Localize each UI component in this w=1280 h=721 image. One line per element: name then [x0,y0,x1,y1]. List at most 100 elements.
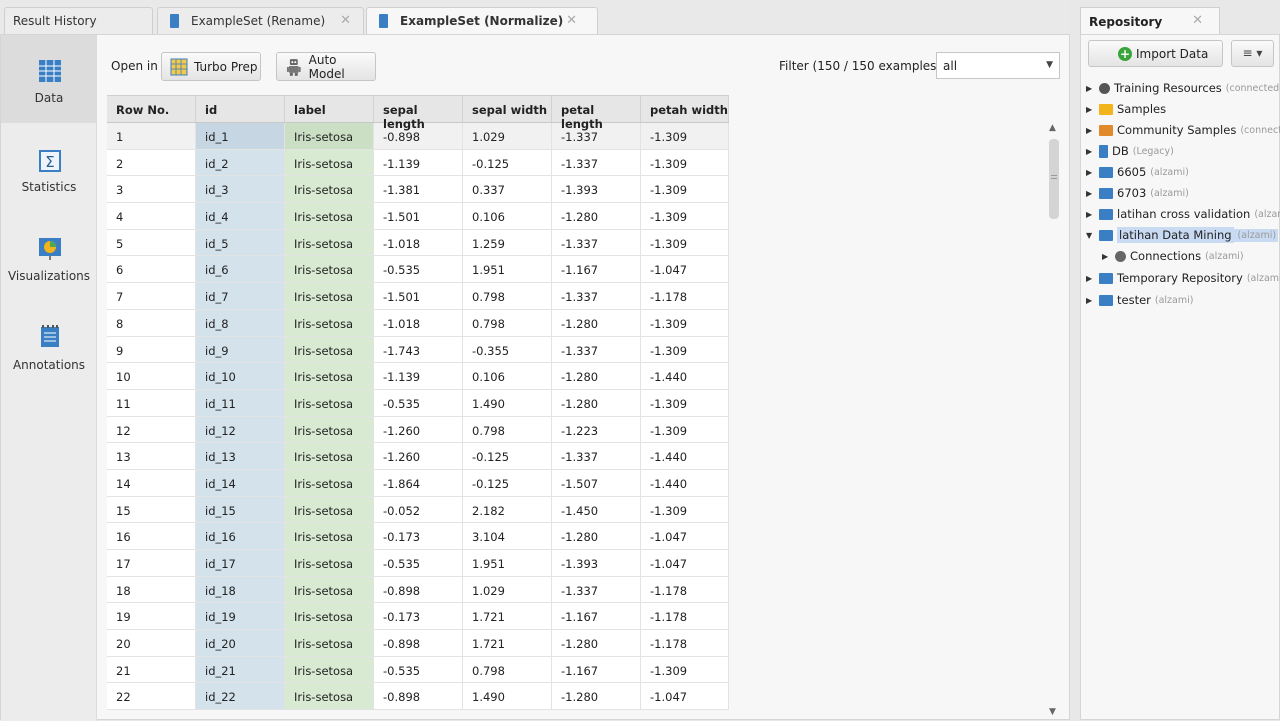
table-cell: Iris-setosa [285,176,374,203]
collapsed-triangle-icon[interactable]: ▶ [1086,189,1096,198]
repository-item[interactable]: ▶ 6703 (alzami) [1086,183,1189,203]
monitor-icon [1099,208,1113,220]
repository-item[interactable]: ▶ Community Samples(connected) [1086,120,1280,140]
collapsed-triangle-icon[interactable]: ▶ [1086,84,1096,93]
tab-label: ExampleSet (Rename) [191,14,326,28]
repository-item[interactable]: ▶ Samples [1086,99,1166,119]
scrollbar-thumb[interactable] [1049,139,1059,219]
collapsed-triangle-icon[interactable]: ▶ [1086,210,1096,219]
table-cell: -0.125 [463,149,552,176]
table-row[interactable]: 14 id_14 Iris-setosa -1.864 -0.125 -1.507 -1.4… [107,469,729,497]
import-data-button[interactable]: + Import Data [1088,40,1223,67]
collapsed-triangle-icon[interactable]: ▶ [1086,126,1096,135]
table-cell: 0.798 [463,283,552,309]
table-cell: -1.280 [552,363,641,389]
table-cell: id_19 [196,603,285,630]
table-scrollbar[interactable]: ▲ ▼ [1047,123,1061,717]
table-cell: Iris-setosa [285,496,374,523]
monitor-icon [1099,272,1113,284]
scroll-up-icon[interactable]: ▲ [1049,123,1056,133]
tab-repository[interactable]: Repository ✕ [1080,7,1220,34]
repository-item-label: 6605 [1117,165,1147,179]
collapsed-triangle-icon[interactable]: ▶ [1086,147,1096,156]
repository-panel: + Import Data ≡ ▾ ▶ Training Resources (co… [1080,34,1280,720]
column-header[interactable]: sepal length [374,96,463,131]
table-cell: Iris-setosa [285,203,374,229]
table-cell: 1.029 [463,576,552,603]
column-header[interactable]: label [285,96,374,122]
repository-item[interactable]: ▶ 6605 (alzami) [1086,162,1189,182]
table-row[interactable]: 8 id_8 Iris-setosa -1.018 0.798 -1.280 -1.309 [107,309,729,337]
table-cell: -1.047 [641,256,729,283]
table-cell: -0.173 [374,603,463,630]
table-row[interactable]: 3 id_3 Iris-setosa -1.381 0.337 -1.393 -1.309 [107,176,729,204]
auto-model-button[interactable]: Auto Model [276,52,376,81]
collapsed-triangle-icon[interactable]: ▶ [1102,252,1112,261]
repository-menu-button[interactable]: ≡ ▾ [1231,40,1274,67]
collapsed-triangle-icon[interactable]: ▶ [1086,168,1096,177]
close-icon[interactable]: ✕ [566,13,577,28]
repository-item[interactable]: ▶ Connections (alzami) [1102,246,1244,266]
sidebar-item-statistics[interactable]: Σ Statistics [1,124,97,212]
turbo-prep-button[interactable]: Turbo Prep [161,52,261,81]
table-row[interactable]: 5 id_5 Iris-setosa -1.018 1.259 -1.337 -1.309 [107,229,729,257]
repository-item[interactable]: ▶ tester (alzami) [1086,290,1193,310]
monitor-icon [1099,166,1113,178]
table-row[interactable]: 12 id_12 Iris-setosa -1.260 0.798 -1.223 -1.30… [107,416,729,444]
table-row[interactable]: 16 id_16 Iris-setosa -0.173 3.104 -1.280 -1.04… [107,523,729,550]
table-row[interactable]: 6 id_6 Iris-setosa -0.535 1.951 -1.167 -1.047 [107,256,729,284]
close-icon[interactable]: ✕ [1192,13,1203,28]
collapsed-triangle-icon[interactable]: ▶ [1086,296,1096,305]
table-row[interactable]: 15 id_15 Iris-setosa -0.052 2.182 -1.450 -1.30… [107,496,729,524]
column-header[interactable]: petal length [552,96,641,131]
column-header[interactable]: petah width [641,96,729,122]
table-cell: -1.337 [552,283,641,309]
table-body: 1 id_1 Iris-setosa -0.898 1.029 -1.337 -1.309 2… [107,123,729,711]
table-row[interactable]: 11 id_11 Iris-setosa -0.535 1.490 -1.280 -1.30… [107,389,729,417]
table-cell: -0.125 [463,443,552,469]
table-cell: -1.047 [641,550,729,576]
table-row[interactable]: 7 id_7 Iris-setosa -1.501 0.798 -1.337 -1.178 [107,283,729,310]
table-row[interactable]: 2 id_2 Iris-setosa -1.139 -0.125 -1.337 -1.309 [107,149,729,177]
table-cell: id_8 [196,309,285,336]
table-row[interactable]: 20 id_20 Iris-setosa -0.898 1.721 -1.280 -1.17… [107,630,729,657]
table-row[interactable]: 1 id_1 Iris-setosa -0.898 1.029 -1.337 -1.309 [107,123,729,150]
repository-item[interactable]: ▼ latihan Data Mining (alzami) [1086,225,1279,245]
table-row[interactable]: 19 id_19 Iris-setosa -0.173 1.721 -1.167 -1.17… [107,603,729,631]
tab-exampleset-rename[interactable]: ExampleSet (Rename) ✕ [157,7,364,34]
sidebar-item-data[interactable]: Data [1,35,97,123]
collapsed-triangle-icon[interactable]: ▶ [1086,274,1096,283]
table-cell: -1.309 [641,416,729,443]
sidebar-item-visualizations[interactable]: Visualizations [1,213,97,301]
sidebar-item-annotations[interactable]: Annotations [1,302,97,390]
repository-item[interactable]: ▶ Training Resources (connected) [1086,78,1280,98]
column-header[interactable]: sepal width [463,96,552,122]
tab-exampleset-normalize[interactable]: ExampleSet (Normalize) ✕ [366,7,598,34]
table-row[interactable]: 22 id_22 Iris-setosa -0.898 1.490 -1.280 -1.04… [107,683,729,711]
table-row[interactable]: 13 id_13 Iris-setosa -1.260 -0.125 -1.337 -1.4… [107,443,729,470]
expanded-triangle-icon[interactable]: ▼ [1086,231,1096,240]
column-header[interactable]: Row No. [107,96,196,122]
column-header[interactable]: id [196,96,285,122]
collapsed-triangle-icon[interactable]: ▶ [1086,105,1096,114]
table-row[interactable]: 4 id_4 Iris-setosa -1.501 0.106 -1.280 -1.309 [107,203,729,230]
repository-item[interactable]: ▶ latihan cross validation(alzami) [1086,204,1280,224]
table-cell: 0.106 [463,203,552,229]
repository-item-status: (alzami) [1205,250,1244,262]
filter-select[interactable]: all ▼ [936,52,1060,79]
scroll-down-icon[interactable]: ▼ [1049,707,1056,717]
table-row[interactable]: 10 id_10 Iris-setosa -1.139 0.106 -1.280 -1.44… [107,363,729,390]
close-icon[interactable]: ✕ [340,13,351,28]
table-cell: id_7 [196,283,285,309]
table-row[interactable]: 17 id_17 Iris-setosa -0.535 1.951 -1.393 -1.04… [107,550,729,577]
table-row[interactable]: 18 id_18 Iris-setosa -0.898 1.029 -1.337 -1.17… [107,576,729,604]
table-cell: 6 [107,256,196,283]
table-cell: Iris-setosa [285,550,374,576]
table-row[interactable]: 21 id_21 Iris-setosa -0.535 0.798 -1.167 -1.30… [107,656,729,684]
repository-item[interactable]: ▶ Temporary Repository(alzami) [1086,268,1280,288]
table-cell: -0.898 [374,123,463,149]
repository-item[interactable]: ▶ DB (Legacy) [1086,141,1174,161]
tab-result-history[interactable]: Result History [4,7,153,34]
table-row[interactable]: 9 id_9 Iris-setosa -1.743 -0.355 -1.337 -1.309 [107,336,729,364]
document-icon [379,14,388,28]
